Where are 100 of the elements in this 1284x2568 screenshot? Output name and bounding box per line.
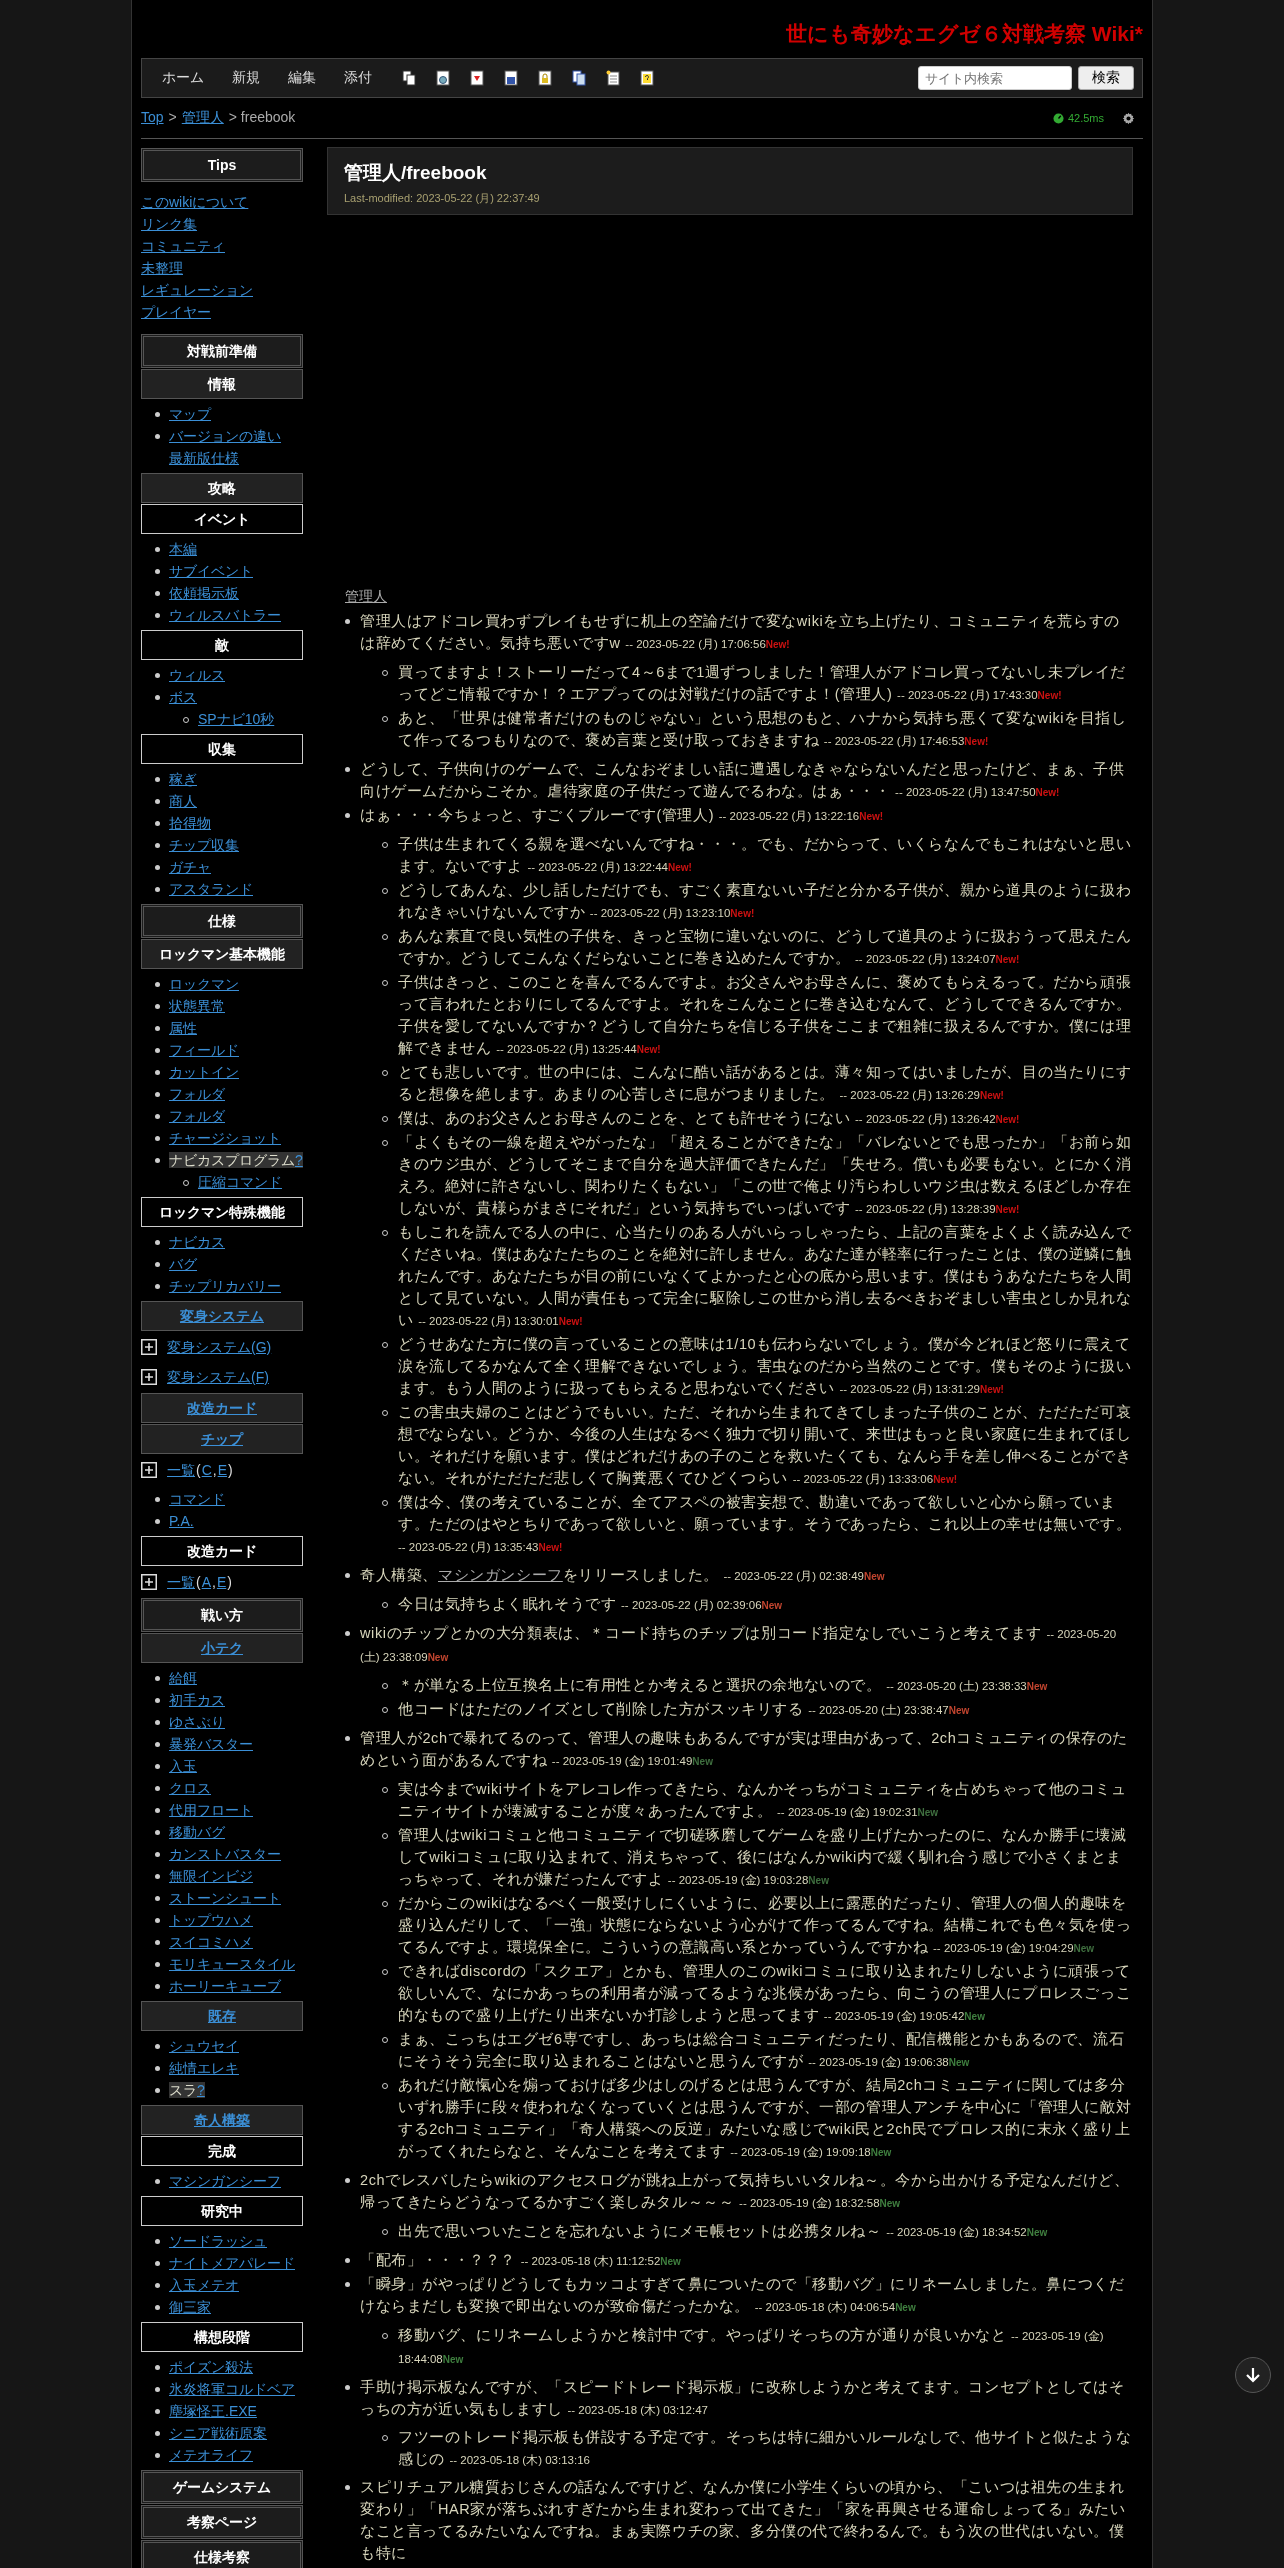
sidebar-link[interactable]: モリキュースタイル xyxy=(169,1956,295,1972)
sidebar-link[interactable]: P.A. xyxy=(169,1513,194,1529)
comment-link[interactable]: マシンガンシーフ xyxy=(438,1567,563,1583)
sidebar-link[interactable]: サブイベント xyxy=(169,563,253,579)
expand-icon[interactable] xyxy=(141,1369,157,1385)
sidebar-link[interactable]: ロックマン xyxy=(169,976,239,992)
sidebar-link[interactable]: コマンド xyxy=(169,1491,225,1507)
sidebar-link[interactable]: バージョンの違い xyxy=(169,428,281,444)
sidebar-link[interactable]: チャージショット xyxy=(169,1130,281,1146)
sidebar-link[interactable]: 圧縮コマンド xyxy=(198,1171,282,1193)
sidebar-link[interactable]: 稼ぎ xyxy=(169,771,197,787)
expand-icon[interactable] xyxy=(141,1574,157,1590)
sidebar-link[interactable]: ウィルス xyxy=(169,667,225,683)
sidebar-link[interactable]: チップ収集 xyxy=(169,837,239,853)
sidebar-link[interactable]: E xyxy=(217,1460,228,1480)
sidebar-link[interactable]: シニア戦術原案 xyxy=(169,2425,267,2441)
sidebar-link[interactable]: フォルダ xyxy=(169,1108,225,1124)
sidebar-link[interactable]: メテオライフ xyxy=(169,2447,253,2463)
sidebar-link[interactable]: 変身システム(G) xyxy=(167,1337,272,1357)
sidebar-link[interactable]: 給餌 xyxy=(169,1670,197,1686)
breadcrumb-link[interactable]: Top xyxy=(141,109,164,127)
sidebar-link[interactable]: 本編 xyxy=(169,541,197,557)
sidebar-link[interactable]: フィールド xyxy=(169,1042,239,1058)
nav-link[interactable]: 新規 xyxy=(232,69,260,87)
sidebar-link[interactable]: 状態異常 xyxy=(169,998,225,1014)
page-lock-icon[interactable] xyxy=(538,70,552,86)
sidebar-link[interactable]: マップ xyxy=(169,406,211,422)
settings-icon[interactable] xyxy=(1122,111,1135,125)
sidebar-link[interactable]: コミュニティ xyxy=(141,238,225,254)
sidebar-link[interactable]: カットイン xyxy=(169,1064,239,1080)
sidebar-link[interactable]: SPナビ10秒 xyxy=(198,708,275,730)
sidebar-link[interactable]: ナビカス xyxy=(169,1234,225,1250)
sidebar-link[interactable]: フォルダ xyxy=(169,1086,225,1102)
sidebar-link[interactable]: 暴発バスター xyxy=(169,1736,253,1752)
expand-icon[interactable] xyxy=(141,1339,157,1355)
scroll-down-button[interactable] xyxy=(1235,2357,1271,2393)
sidebar-link[interactable]: C xyxy=(201,1460,212,1480)
sidebar-link[interactable]: ボス xyxy=(169,689,197,705)
help-page-icon[interactable] xyxy=(640,70,654,86)
search-button[interactable]: 検索 xyxy=(1078,66,1134,90)
sidebar-link[interactable]: ソードラッシュ xyxy=(169,2233,267,2249)
sidebar-link[interactable]: カンストバスター xyxy=(169,1846,281,1862)
sidebar-link[interactable]: 最新版仕様 xyxy=(169,450,239,466)
sidebar-link[interactable]: ゆさぶり xyxy=(169,1714,225,1730)
sidebar-link[interactable]: ナイトメアパレード xyxy=(169,2255,295,2271)
nav-link[interactable]: 編集 xyxy=(288,69,316,87)
heading-link[interactable]: チップ xyxy=(201,1431,243,1447)
sidebar-link[interactable]: スイコミハメ xyxy=(169,1934,253,1950)
sidebar-link[interactable]: 入玉メテオ xyxy=(169,2277,239,2293)
sidebar-link[interactable]: 氷炎将軍コルドベア xyxy=(169,2381,295,2397)
sidebar-link[interactable]: ポイズン殺法 xyxy=(169,2359,253,2375)
sidebar-link[interactable]: 属性 xyxy=(169,1020,197,1036)
sidebar-link[interactable]: 塵塚怪王.EXE xyxy=(169,2403,257,2419)
sidebar-link[interactable]: 無限インビジ xyxy=(169,1868,253,1884)
section-link[interactable]: 管理人 xyxy=(345,588,387,604)
sidebar-link[interactable]: 代用フロート xyxy=(169,1802,253,1818)
sidebar-link[interactable]: バグ xyxy=(169,1256,197,1272)
sidebar-link[interactable]: ガチャ xyxy=(169,859,211,875)
sidebar-link[interactable]: E xyxy=(216,1572,227,1592)
nav-link[interactable]: ホーム xyxy=(162,69,204,87)
sidebar-link[interactable]: レギュレーション xyxy=(141,282,253,298)
sidebar-link[interactable]: 入玉 xyxy=(169,1758,197,1774)
sidebar-link[interactable]: 商人 xyxy=(169,793,197,809)
copy-pages-icon[interactable] xyxy=(402,70,416,86)
sidebar-link[interactable]: 初手カス xyxy=(169,1692,225,1708)
create-page-link[interactable]: ? xyxy=(197,2082,205,2098)
sidebar-link[interactable]: 移動バグ xyxy=(169,1824,225,1840)
new-page-icon[interactable] xyxy=(606,70,620,86)
page-clock-icon[interactable] xyxy=(436,70,450,86)
heading-link[interactable]: 変身システム xyxy=(180,1308,264,1324)
create-page-link[interactable]: ? xyxy=(295,1152,303,1168)
sidebar-link[interactable]: 拾得物 xyxy=(169,815,211,831)
sidebar-link[interactable]: 一覧 xyxy=(167,1572,195,1592)
nav-link[interactable]: 添付 xyxy=(344,69,372,87)
heading-link[interactable]: 小テク xyxy=(201,1640,243,1656)
sidebar-link[interactable]: 未整理 xyxy=(141,260,183,276)
sidebar-link[interactable]: 純情エレキ xyxy=(169,2060,239,2076)
sidebar-link[interactable]: リンク集 xyxy=(141,216,197,232)
sidebar-link[interactable]: A xyxy=(201,1572,211,1592)
sidebar-link[interactable]: 変身システム(F) xyxy=(167,1367,269,1387)
sidebar-link[interactable]: マシンガンシーフ xyxy=(169,2173,281,2189)
sidebar-link[interactable]: 御三家 xyxy=(169,2299,211,2315)
heading-link[interactable]: 改造カード xyxy=(187,1400,257,1416)
heading-link[interactable]: 既存 xyxy=(208,2008,236,2024)
sidebar-link[interactable]: クロス xyxy=(169,1780,211,1796)
sidebar-link[interactable]: トップウハメ xyxy=(169,1912,253,1928)
sidebar-link[interactable]: 一覧 xyxy=(167,1460,195,1480)
search-field[interactable]: サイト内検索 xyxy=(918,66,1072,90)
sidebar-link[interactable]: ホーリーキューブ xyxy=(169,1978,281,1994)
sidebar-link[interactable]: ウィルスバトラー xyxy=(169,607,281,623)
sidebar-link[interactable]: アスタランド xyxy=(169,881,253,897)
sidebar-link[interactable]: チップリカバリー xyxy=(169,1278,281,1294)
heading-link[interactable]: 奇人構築 xyxy=(194,2112,250,2128)
save-icon[interactable] xyxy=(504,70,518,86)
expand-icon[interactable] xyxy=(141,1462,157,1478)
sidebar-link[interactable]: このwikiについて xyxy=(141,194,249,210)
sidebar-link[interactable]: ストーンシュート xyxy=(169,1890,281,1906)
pages-icon[interactable] xyxy=(572,70,586,86)
sidebar-link[interactable]: プレイヤー xyxy=(141,304,211,320)
breadcrumb-link[interactable]: 管理人 xyxy=(181,109,224,127)
